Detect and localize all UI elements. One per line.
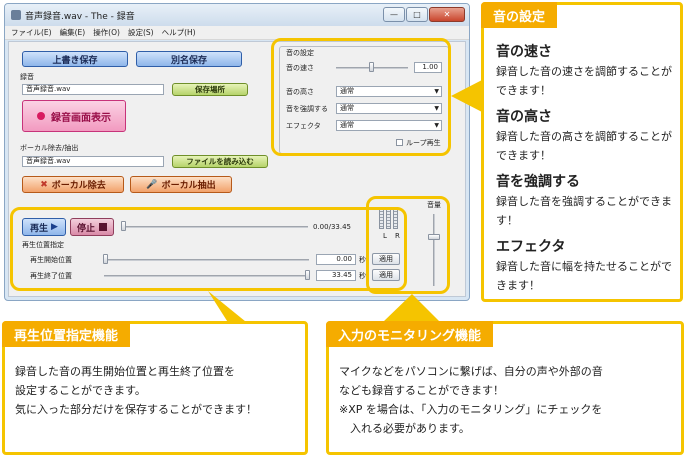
position-callout: 再生位置指定機能 録音した音の再生開始位置と再生終了位置を 設定することができま… <box>2 321 308 455</box>
monitor-callout-text: マイクなどをパソコンに繋げば、自分の声や外部の音 なども録音することができます！… <box>339 365 603 435</box>
speed-description: 録音した音の速さを調節することができます！ <box>496 65 672 97</box>
monitor-callout: 入力のモニタリング機能 マイクなどをパソコンに繋げば、自分の声や外部の音 なども… <box>326 321 684 455</box>
position-callout-text: 録音した音の再生開始位置と再生終了位置を 設定することができます。 気に入った部… <box>15 365 257 416</box>
effect-description: 録音した音に幅を持たせることができます！ <box>496 260 672 292</box>
position-callout-title: 再生位置指定機能 <box>2 321 131 347</box>
speed-heading: 音の速さ <box>496 44 552 60</box>
monitor-callout-title: 入力のモニタリング機能 <box>326 321 494 347</box>
sound-settings-callout: 音の設定 音の速さ 録音した音の速さを調節することができます！ 音の高さ 録音し… <box>481 2 683 302</box>
emphasis-heading: 音を強調する <box>496 174 580 190</box>
sound-settings-callout-title: 音の設定 <box>481 2 558 28</box>
effect-heading: エフェクタ <box>496 239 566 255</box>
pitch-heading: 音の高さ <box>496 109 552 125</box>
pitch-description: 録音した音の高さを調節することができます！ <box>496 130 672 162</box>
emphasis-description: 録音した音を強調することができます！ <box>496 195 672 227</box>
